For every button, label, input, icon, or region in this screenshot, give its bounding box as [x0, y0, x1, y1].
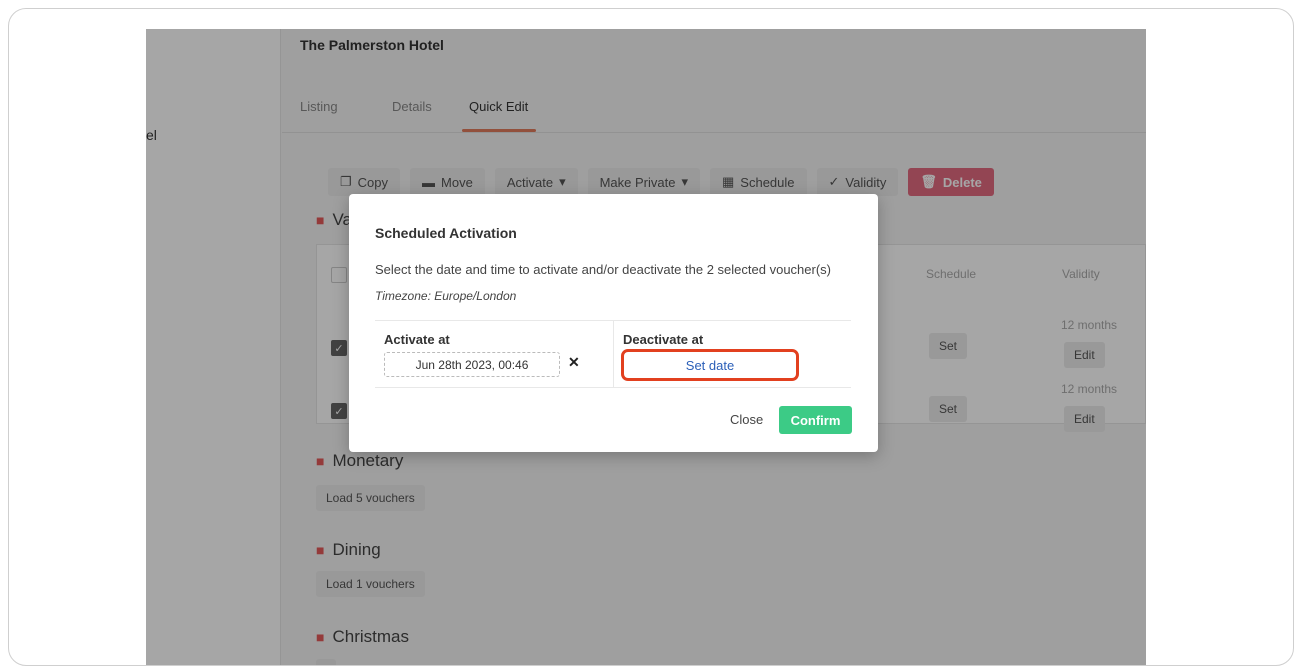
activate-at-header: Activate at — [384, 332, 450, 347]
close-button[interactable]: Close — [730, 412, 763, 427]
dialog-title: Scheduled Activation — [375, 225, 517, 241]
dialog-description: Select the date and time to activate and… — [375, 262, 831, 277]
scheduled-activation-dialog: Scheduled Activation Select the date and… — [349, 194, 878, 452]
timezone-label: Timezone: Europe/London — [375, 289, 517, 303]
deactivate-at-header: Deactivate at — [623, 332, 704, 347]
clear-date-icon[interactable]: ✕ — [568, 354, 580, 371]
confirm-button[interactable]: Confirm — [779, 406, 852, 434]
highlight-box — [621, 349, 799, 381]
column-divider — [613, 321, 614, 387]
activate-date-input[interactable]: Jun 28th 2023, 00:46 — [384, 352, 560, 377]
schedule-table: Activate at Deactivate at Jun 28th 2023,… — [375, 320, 851, 388]
